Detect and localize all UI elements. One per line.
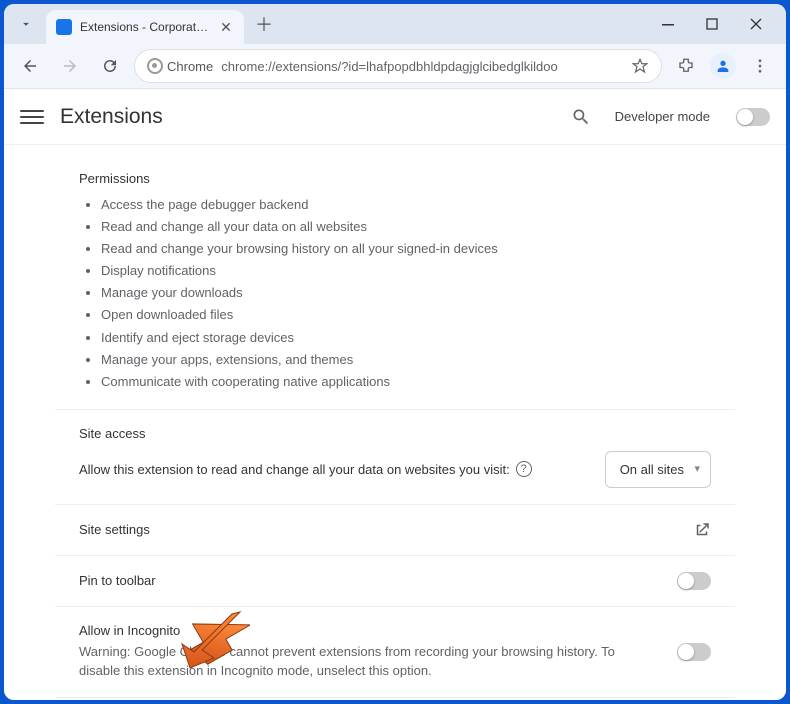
extensions-button[interactable] — [670, 50, 702, 82]
incognito-toggle[interactable] — [677, 643, 711, 661]
tablist-dropdown[interactable] — [12, 10, 40, 38]
pin-toolbar-toggle[interactable] — [677, 572, 711, 590]
minimize-button[interactable] — [646, 9, 690, 39]
site-settings-row[interactable]: Site settings — [55, 505, 735, 556]
search-button[interactable] — [563, 99, 599, 135]
browser-tab[interactable]: Extensions - Corporate Monitor ✕ — [46, 10, 244, 44]
profile-avatar[interactable] — [710, 53, 736, 79]
permission-item: Manage your downloads — [101, 282, 711, 304]
reload-button[interactable] — [94, 50, 126, 82]
extension-detail-card: Permissions Access the page debugger bac… — [55, 145, 735, 700]
permissions-section: Permissions Access the page debugger bac… — [55, 155, 735, 410]
developer-mode-label: Developer mode — [615, 109, 710, 124]
extension-favicon-icon — [56, 19, 72, 35]
open-external-icon — [693, 521, 711, 539]
browser-window: Extensions - Corporate Monitor ✕ ＋ Chrom… — [4, 4, 786, 700]
site-access-select[interactable]: On all sites — [605, 451, 711, 488]
permission-item: Read and change all your data on all web… — [101, 216, 711, 238]
maximize-button[interactable] — [690, 9, 734, 39]
developer-mode-toggle[interactable] — [736, 108, 770, 126]
hamburger-menu-icon[interactable] — [20, 105, 44, 129]
permission-item: Access the page debugger backend — [101, 194, 711, 216]
incognito-row: Allow in Incognito Warning: Google Chrom… — [55, 607, 735, 698]
new-tab-button[interactable]: ＋ — [250, 10, 278, 38]
kebab-menu-button[interactable] — [744, 50, 776, 82]
site-access-prompt: Allow this extension to read and change … — [79, 461, 532, 477]
address-bar[interactable]: Chrome chrome://extensions/?id=lhafpopdb… — [134, 49, 662, 83]
close-tab-button[interactable]: ✕ — [218, 19, 234, 35]
permission-item: Identify and eject storage devices — [101, 327, 711, 349]
back-button[interactable] — [14, 50, 46, 82]
permissions-list: Access the page debugger backend Read an… — [79, 194, 711, 393]
nav-toolbar: Chrome chrome://extensions/?id=lhafpopdb… — [4, 44, 786, 88]
titlebar: Extensions - Corporate Monitor ✕ ＋ — [4, 4, 786, 44]
incognito-warning: Warning: Google Chrome cannot prevent ex… — [79, 642, 619, 681]
security-chip: Chrome — [147, 58, 213, 74]
forward-button[interactable] — [54, 50, 86, 82]
help-icon[interactable]: ? — [516, 461, 532, 477]
permission-item: Communicate with cooperating native appl… — [101, 371, 711, 393]
site-access-section: Site access Allow this extension to read… — [55, 410, 735, 505]
permission-item: Display notifications — [101, 260, 711, 282]
pin-toolbar-row: Pin to toolbar — [55, 556, 735, 607]
permissions-title: Permissions — [79, 171, 711, 186]
file-urls-row: Allow access to file URLs — [55, 698, 735, 700]
permission-item: Open downloaded files — [101, 304, 711, 326]
scroll-area[interactable]: Permissions Access the page debugger bac… — [4, 145, 786, 700]
page-title: Extensions — [60, 105, 163, 129]
chrome-label: Chrome — [167, 59, 213, 74]
permission-item: Manage your apps, extensions, and themes — [101, 349, 711, 371]
pin-toolbar-label: Pin to toolbar — [79, 573, 156, 588]
permission-item: Read and change your browsing history on… — [101, 238, 711, 260]
close-window-button[interactable] — [734, 9, 778, 39]
chrome-icon — [147, 58, 163, 74]
tab-title: Extensions - Corporate Monitor — [80, 20, 210, 34]
bookmark-star-icon[interactable] — [631, 57, 649, 75]
site-settings-label: Site settings — [79, 522, 150, 537]
url-text: chrome://extensions/?id=lhafpopdbhldpdag… — [221, 59, 557, 74]
page-content: Extensions Developer mode Permissions Ac… — [4, 88, 786, 700]
incognito-title: Allow in Incognito — [79, 623, 677, 638]
extensions-header: Extensions Developer mode — [4, 89, 786, 145]
site-access-title: Site access — [79, 426, 711, 441]
